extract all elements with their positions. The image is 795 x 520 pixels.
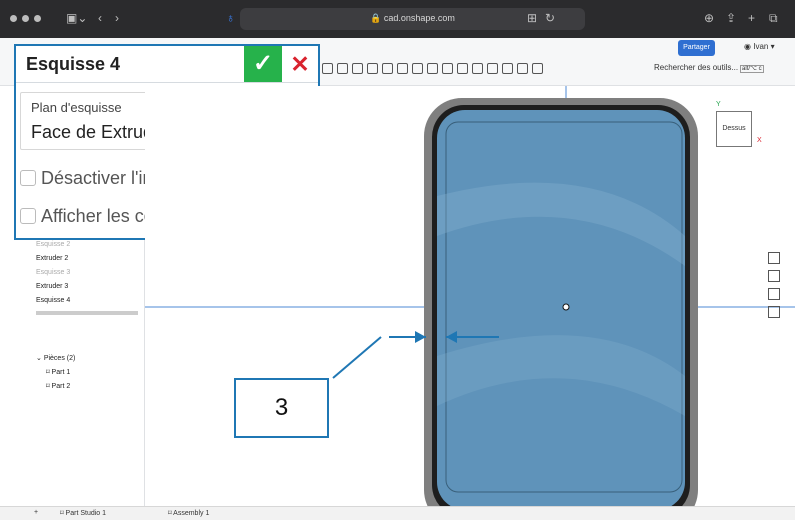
user-menu[interactable]: ◉ Ivan ▾ [744,42,775,51]
back-icon[interactable]: ‹ [98,11,102,25]
pattern-tool-icon[interactable] [457,63,468,74]
part-1-item[interactable]: ⌑ Part 1 [46,368,70,376]
rollback-bar[interactable] [36,311,138,315]
tool-search[interactable]: Rechercher des outils... alt/⌥ c [654,63,788,77]
sketch-title: Esquisse 4 [26,54,121,74]
sketch-canvas[interactable] [145,86,795,520]
inner-face [437,110,685,510]
extrude-tool-icon[interactable] [337,63,348,74]
sketch-tool-icon[interactable] [322,63,333,74]
lock-icon: 🔒 [370,13,382,23]
tab-assembly-label: Assembly 1 [173,510,210,517]
plan-label: Plan d'esquisse [31,100,122,115]
sweep-tool-icon[interactable] [367,63,378,74]
sidebar-icon[interactable]: ▣⌄ [66,11,87,25]
boolean-tool-icon[interactable] [442,63,453,74]
axis-x-label: X [757,137,762,144]
tab-overview-icon[interactable]: ⧉ [769,11,778,26]
axis-y-label: Y [716,101,721,108]
new-tab-icon[interactable]: + [748,11,755,25]
add-tab-icon[interactable]: + [34,509,38,516]
fillet-tool-icon[interactable] [397,63,408,74]
mate-tool-icon[interactable] [502,63,513,74]
view-tool-1-icon[interactable] [768,252,780,264]
dimension-label: 3 [234,378,329,438]
view-tool-2-icon[interactable] [768,270,780,282]
share-browser-icon[interactable]: ⇪ [726,11,736,25]
window-controls[interactable] [10,15,41,22]
leader-line [332,336,382,379]
user-avatar-icon: ◉ [744,42,751,51]
dialog-divider [16,82,318,83]
sheild-icon: ♁ [226,11,235,25]
share-button[interactable]: Partager [678,40,715,56]
url-text: cad.onshape.com [383,13,455,23]
tree-item-esquisse-2[interactable]: Esquisse 2 [36,241,70,248]
feature-toolbar [322,63,543,74]
parts-header[interactable]: ⌄ Pièces (2) [36,354,75,362]
variable-tool-icon[interactable] [517,63,528,74]
chamfer-tool-icon[interactable] [412,63,423,74]
tree-item-esquisse-4[interactable]: Esquisse 4 [36,297,70,304]
plane-tool-icon[interactable] [487,63,498,74]
forward-icon[interactable]: › [115,11,119,25]
tree-item-esquisse-3[interactable]: Esquisse 3 [36,269,70,276]
disable-print-checkbox[interactable] [20,170,36,186]
part-1-label: Part 1 [51,369,71,376]
bottom-tab-bar: + ⌑ Part Studio 1 ⌑ Assembly 1 [0,506,795,520]
browser-titlebar: ▣⌄ ‹ › ♁ 🔒 cad.onshape.com ⊞ ↻ ⊕ ⇪ + ⧉ [0,0,795,38]
part-2-item[interactable]: ⌑ Part 2 [46,382,70,390]
origin-point[interactable] [562,303,570,311]
revolve-tool-icon[interactable] [352,63,363,74]
download-icon[interactable]: ⊕ [704,11,714,25]
confirm-button[interactable]: ✓ [244,46,282,82]
tab-part-studio[interactable]: ⌑ Part Studio 1 [60,509,106,517]
shell-tool-icon[interactable] [427,63,438,74]
view-tools [768,252,780,324]
view-tool-3-icon[interactable] [768,288,780,300]
mirror-tool-icon[interactable] [472,63,483,74]
tree-item-extruder-2[interactable]: Extruder 2 [36,255,68,262]
view-cube[interactable]: Dessus [716,111,752,147]
part-2-label: Part 2 [51,383,71,390]
custom-tool-icon[interactable] [532,63,543,74]
loft-tool-icon[interactable] [382,63,393,74]
view-cube-label: Dessus [722,125,746,132]
reload-icon[interactable]: ↻ [545,11,555,25]
tree-item-extruder-3[interactable]: Extruder 3 [36,283,68,290]
cancel-button[interactable]: ✕ [282,46,318,82]
cad-viewport[interactable] [145,86,795,520]
tab-part-studio-label: Part Studio 1 [65,510,107,517]
tab-assembly[interactable]: ⌑ Assembly 1 [168,509,209,517]
tool-search-label: Rechercher des outils... [654,63,739,72]
tool-search-shortcut: alt/⌥ c [740,65,764,73]
translate-icon[interactable]: ⊞ [527,11,537,25]
view-tool-4-icon[interactable] [768,306,780,318]
parts-header-label: Pièces (2) [43,355,76,362]
show-constraints-checkbox[interactable] [20,208,36,224]
user-label: Ivan [753,42,769,51]
